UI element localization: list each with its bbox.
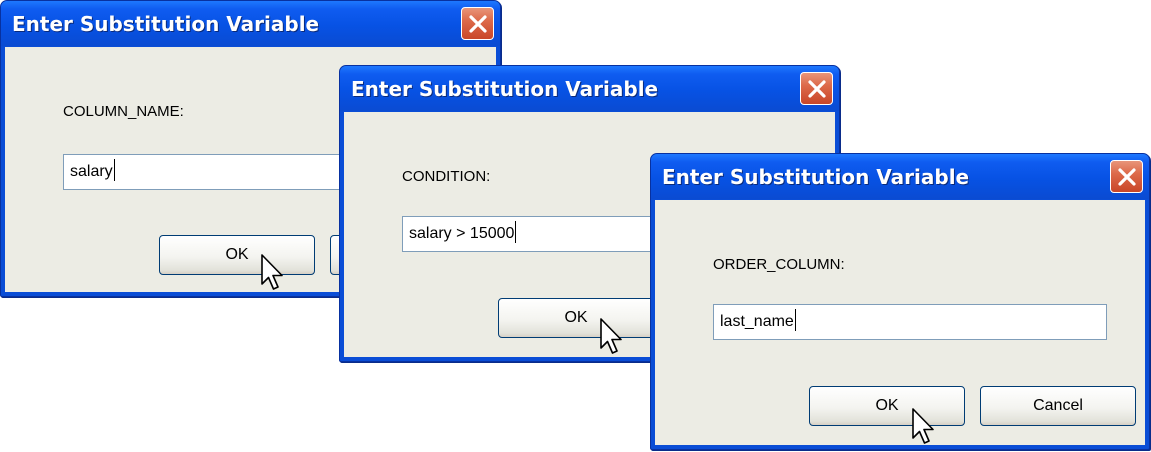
ok-button-label: OK xyxy=(564,309,588,326)
mouse-pointer-icon xyxy=(600,318,622,354)
dialog-titlebar[interactable]: Enter Substitution Variable xyxy=(340,66,839,111)
substitution-dialog-order-column: Enter Substitution Variable ORDER_COLUMN… xyxy=(650,153,1150,450)
dialog-title: Enter Substitution Variable xyxy=(12,12,320,36)
variable-label: CONDITION: xyxy=(402,168,491,185)
cancel-button-label: Cancel xyxy=(1033,397,1083,414)
mouse-pointer-icon xyxy=(261,254,283,290)
text-caret xyxy=(113,159,115,182)
dialog-title: Enter Substitution Variable xyxy=(351,77,659,101)
close-icon xyxy=(1117,167,1136,186)
text-caret xyxy=(515,221,517,244)
input-value: salary > 15000 xyxy=(409,225,515,242)
ok-button-label: OK xyxy=(875,397,899,414)
ok-button-label: OK xyxy=(225,246,249,263)
variable-label: COLUMN_NAME: xyxy=(63,103,184,120)
input-value: last_name xyxy=(720,313,794,330)
close-button[interactable] xyxy=(800,72,833,105)
close-button[interactable] xyxy=(1110,160,1143,193)
dialog-titlebar[interactable]: Enter Substitution Variable xyxy=(651,154,1149,199)
dialog-titlebar[interactable]: Enter Substitution Variable xyxy=(1,1,500,46)
variable-input[interactable]: last_name xyxy=(713,304,1107,340)
text-caret xyxy=(794,309,796,332)
ok-button[interactable]: OK xyxy=(159,235,315,275)
ok-button[interactable]: OK xyxy=(809,386,965,426)
close-icon xyxy=(807,79,826,98)
cancel-button[interactable]: Cancel xyxy=(980,386,1136,426)
close-icon xyxy=(468,14,487,33)
dialog-body: ORDER_COLUMN: last_name OK Cancel xyxy=(655,200,1145,445)
ok-button[interactable]: OK xyxy=(498,298,654,338)
input-value: salary xyxy=(70,163,113,180)
close-button[interactable] xyxy=(461,7,494,40)
mouse-pointer-icon xyxy=(912,408,934,444)
variable-label: ORDER_COLUMN: xyxy=(713,256,845,273)
dialog-title: Enter Substitution Variable xyxy=(662,165,970,189)
